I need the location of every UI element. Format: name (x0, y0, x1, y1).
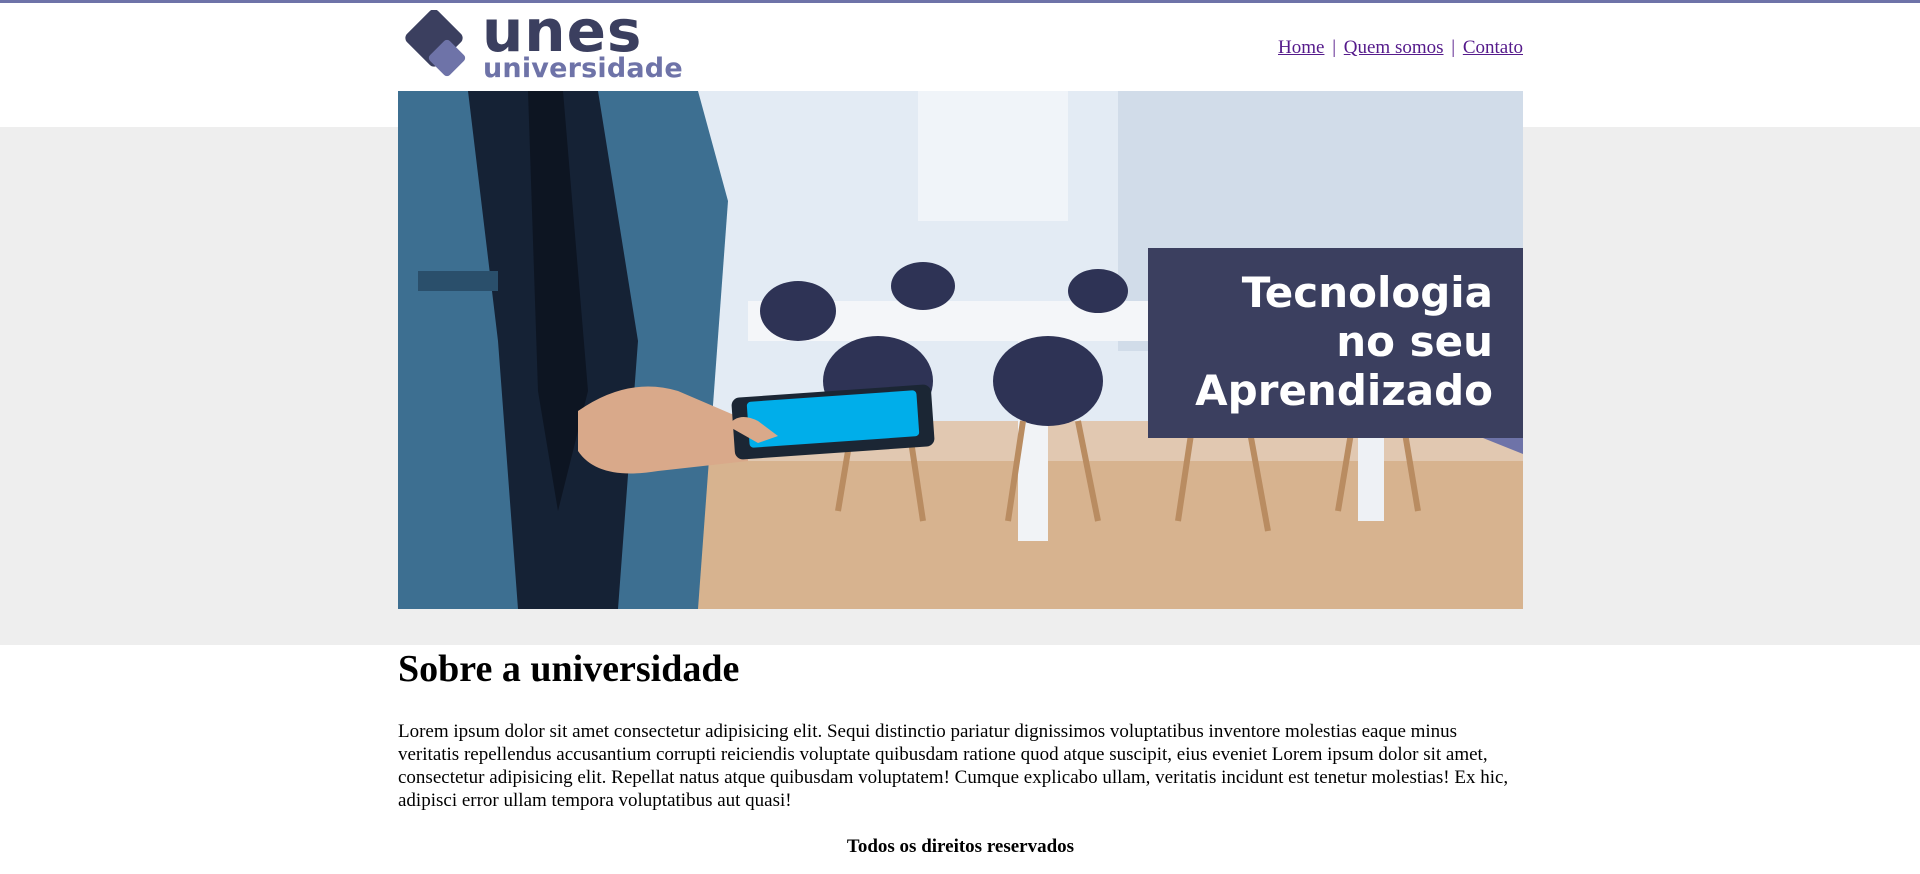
main-nav: Home | Quem somos | Contato (1278, 37, 1523, 59)
nav-link-home[interactable]: Home (1278, 37, 1324, 58)
banner-headline: Tecnologia no seu Aprendizado (1148, 248, 1523, 438)
banner-accent-triangle (1483, 438, 1523, 454)
logo-subtitle: universidade (483, 53, 683, 84)
banner-headline-line: Tecnologia (1241, 268, 1493, 317)
logo-wordmark: unes (482, 0, 643, 65)
nav-separator: | (1451, 37, 1456, 58)
footer-copyright: Todos os direitos reservados (846, 836, 1075, 857)
banner-headline-line: no seu (1336, 317, 1493, 366)
nav-link-contact[interactable]: Contato (1463, 37, 1523, 58)
page-title: Sobre a universidade (398, 648, 740, 690)
nav-separator: | (1332, 37, 1337, 58)
diamond-logo-icon (405, 10, 466, 77)
banner-headline-line: Aprendizado (1195, 366, 1493, 415)
site-logo[interactable]: unes universidade (398, 2, 683, 84)
about-paragraph: Lorem ipsum dolor sit amet consectetur a… (398, 721, 1509, 811)
top-accent-bar (0, 0, 1920, 3)
site-footer: Todos os direitos reservados (398, 835, 1523, 859)
nav-link-about[interactable]: Quem somos (1344, 37, 1444, 58)
hero-banner: Tecnologia no seu Aprendizado (398, 91, 1523, 609)
